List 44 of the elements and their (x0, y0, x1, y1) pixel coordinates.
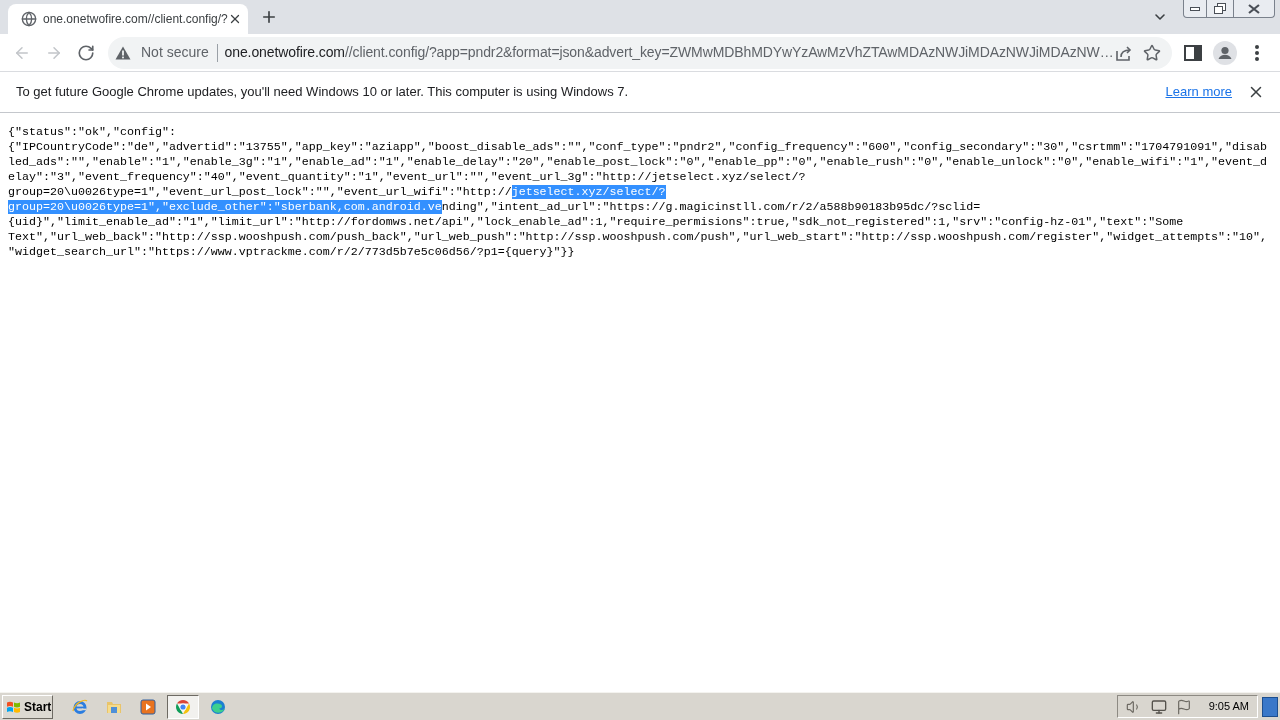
json-text: {uid}","limit_enable_ad":"1","limit_url":"http://fordomws.net/api","lock_enable_ad":1,"require_permisions":true,"sdk_not_registered":1,"srv":"config-hz-01","text":"Some (8, 215, 1184, 229)
wave-logo-icon (210, 698, 226, 715)
window-close-button[interactable] (1234, 0, 1275, 18)
ring-logo-icon (175, 698, 191, 715)
play-tile-icon (140, 698, 156, 715)
start-button[interactable]: Start (2, 694, 53, 719)
menu-icon (1255, 44, 1259, 61)
show-desktop-button[interactable] (1262, 696, 1278, 717)
selected-text: group=20\u0026type=1","exclude_other":"sberbank,com.android.ve (8, 200, 442, 214)
minimize-icon (1190, 6, 1200, 11)
clock-text[interactable]: 9:05 AM (1208, 698, 1249, 715)
reload-icon (77, 43, 95, 62)
share-icon (1114, 43, 1133, 62)
star-icon (1142, 43, 1161, 62)
plus-icon (260, 8, 278, 26)
infobar-message: To get future Google Chrome updates, you'll need Windows 10 or later. This computer is using Windows 7. (16, 83, 629, 102)
json-text: group=20\u0026type=1","event_url_post_lock":"","event_url_wifi":"http:// (8, 185, 512, 199)
flag-logo-icon (6, 699, 22, 714)
restore-button[interactable] (1207, 0, 1234, 18)
flag-icon[interactable] (1175, 698, 1192, 715)
json-text: {"status":"ok","config": (8, 125, 176, 139)
url-text[interactable]: one.onetwofire.com//client.config/?app=pndr2&format=json&advert_key=ZWMwMDBhMDYwYzAwMzVhZTAwMDAzNWJiMDAzNWJiMDAzNW… (224, 42, 1114, 63)
selected-text: jetselect.xyz/select/? (511, 185, 666, 199)
profile-button[interactable] (1211, 38, 1239, 67)
taskbar-app-button[interactable] (167, 694, 199, 719)
json-text: "widget_search_url":"https://www.vptrackme.com/r/2/773d5b7e5c06d56/?p1={query}"}} (8, 245, 575, 259)
json-text: Text","url_web_back":"http://ssp.wooshpush.com/push_back","url_web_push":"http://ssp.wooshpush.com/push","url_web_start":"http://ssp.wooshpush.com/register","widget_attempts":"10", (8, 230, 1268, 244)
close-icon (1248, 3, 1260, 14)
json-text: nding","intent_ad_url":"https://g.magicinstll.com/r/2/a588b90183b95dc/?sclid= (441, 200, 981, 214)
address-bar[interactable]: Not secure one.onetwofire.com//client.config/?app=pndr2&format=json&advert_key=ZWMwMDBhMDYwYzAwMzVhZTAwMDAzNWJiMDAzNWJiMDAzNW… (108, 36, 1172, 69)
side-panel-icon (1184, 44, 1202, 61)
e-logo-icon (72, 698, 88, 715)
json-text: led_ads":"","enable":"1","enable_3g":"1","enable_ad":"1","enable_delay":"20","enable_post_lock":"0","enable_pp":"0","enable_rush":"0","enable_unlock":"0","enable_wifi":"1","event_d (8, 155, 1268, 169)
json-text: elay":"3","event_frequency":"40","event_quantity":"1","event_url":"","event_url_3g":"http://jetselect.xyz/select/? (8, 170, 806, 184)
restore-icon (1214, 3, 1226, 14)
warning-icon (115, 45, 131, 60)
learn-more-link[interactable]: Learn more (1165, 82, 1232, 102)
minimize-button[interactable] (1183, 0, 1207, 18)
globe-icon (21, 11, 37, 27)
browser-tab[interactable]: one.onetwofire.com//client.config/? (8, 4, 248, 34)
json-text: {"IPCountryCode":"de","advertid":"13755","app_key":"aziapp","boost_disable_ads":"","conf_type":"pndr2","config_frequency":"600","config_secondary":"30","csrtmm":"1704791091","disab (8, 140, 1268, 154)
security-label[interactable]: Not secure (141, 42, 209, 63)
avatar-icon (1213, 40, 1237, 65)
monitor-icon[interactable] (1150, 698, 1167, 715)
